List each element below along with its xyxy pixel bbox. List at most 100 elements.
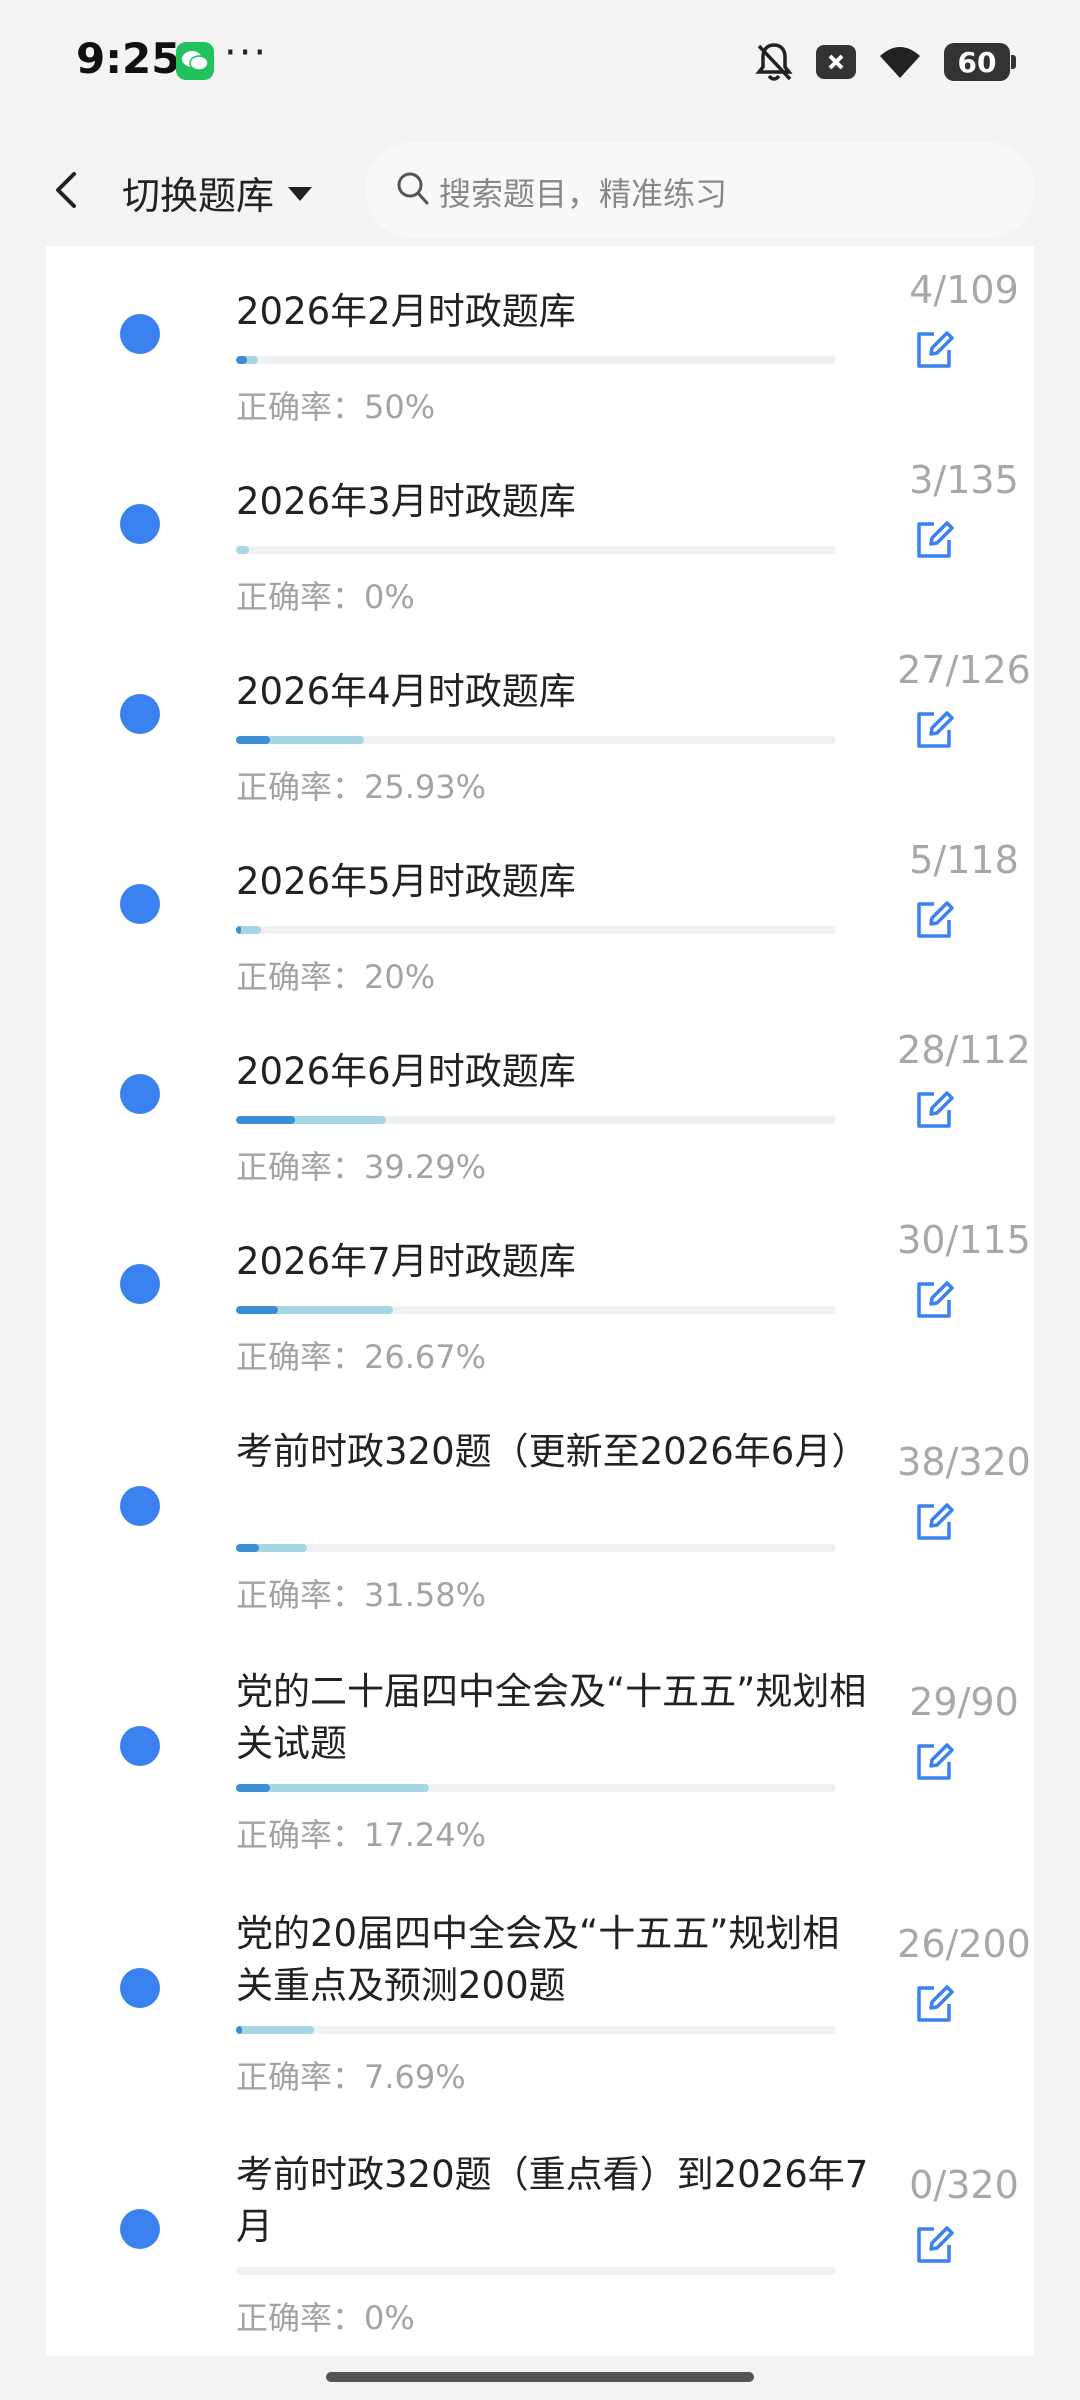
bank-title: 考前时政320题（重点看）到2026年7月	[236, 2153, 869, 2248]
status-dot	[120, 1726, 160, 1766]
status-bar: 9:25 ··· 60	[0, 0, 1080, 130]
edit-icon[interactable]	[914, 1742, 954, 1782]
bank-title: 考前时政320题（更新至2026年6月）	[236, 1430, 869, 1473]
progress-bar	[236, 356, 836, 364]
bank-title: 2026年2月时政题库	[236, 290, 576, 333]
more-dots-icon: ···	[224, 30, 269, 76]
progress-answered	[236, 2026, 314, 2034]
bank-title: 党的二十届四中全会及“十五五”规划相关试题	[236, 1670, 867, 1765]
question-bank-list: 2026年2月时政题库正确率：50% 4/109 2026年3月时政题库正确率：0%…	[46, 246, 1034, 2356]
progress-answered	[236, 546, 250, 554]
progress-correct	[236, 2026, 242, 2034]
list-item[interactable]: 党的二十届四中全会及“十五五”规划相关试题正确率：17.24% 29/90	[46, 1626, 1034, 1866]
edit-icon[interactable]	[914, 520, 954, 560]
list-item[interactable]: 2026年3月时政题库正确率：0% 3/135	[46, 436, 1034, 626]
progress-correct	[236, 356, 247, 364]
accuracy-text: 正确率：26.67%	[236, 1338, 487, 1376]
progress-bar	[236, 1544, 836, 1552]
status-dot	[120, 1968, 160, 2008]
list-item[interactable]: 2026年5月时政题库正确率：20% 5/118	[46, 816, 1034, 1006]
list-item[interactable]: 党的20届四中全会及“十五五”规划相关重点及预测200题正确率：7.69% 26/…	[46, 1868, 1034, 2108]
progress-bar	[236, 926, 836, 934]
status-dot	[120, 884, 160, 924]
list-item[interactable]: 2026年6月时政题库正确率：39.29% 28/112	[46, 1006, 1034, 1196]
close-box-icon	[816, 45, 856, 79]
search-icon	[397, 172, 429, 205]
question-count: 4/109	[909, 268, 1019, 312]
bank-title: 党的20届四中全会及“十五五”规划相关重点及预测200题	[236, 1912, 840, 2007]
list-item[interactable]: 考前时政320题（更新至2026年6月） 正确率：31.58% 38/320	[46, 1386, 1034, 1626]
status-dot	[120, 1486, 160, 1526]
accuracy-text: 正确率：20%	[236, 958, 436, 996]
list-item[interactable]: 2026年7月时政题库正确率：26.67% 30/115	[46, 1196, 1034, 1386]
caret-down-icon	[288, 187, 313, 201]
home-indicator[interactable]	[326, 2372, 754, 2382]
bank-title: 2026年6月时政题库	[236, 1050, 576, 1093]
status-icons: 60	[754, 40, 1016, 84]
status-dot	[120, 1074, 160, 1114]
edit-icon[interactable]	[914, 330, 954, 370]
bank-title: 2026年4月时政题库	[236, 670, 576, 713]
status-dot	[120, 2209, 160, 2249]
status-dot	[120, 1264, 160, 1304]
edit-icon[interactable]	[914, 710, 954, 750]
progress-correct	[236, 736, 270, 744]
edit-icon[interactable]	[914, 1502, 954, 1542]
accuracy-text: 正确率：0%	[236, 2299, 415, 2337]
accuracy-text: 正确率：0%	[236, 578, 415, 616]
progress-correct	[236, 926, 241, 934]
progress-bar	[236, 2026, 836, 2034]
question-count: 26/200	[897, 1922, 1031, 1966]
progress-bar	[236, 1306, 836, 1314]
bell-off-icon	[755, 43, 793, 81]
question-count: 28/112	[897, 1028, 1031, 1072]
status-time: 9:25	[76, 34, 181, 83]
accuracy-text: 正确率：31.58%	[236, 1576, 487, 1614]
accuracy-text: 正确率：25.93%	[236, 768, 487, 806]
list-item[interactable]: 2026年2月时政题库正确率：50% 4/109	[46, 246, 1034, 436]
accuracy-text: 正确率：7.69%	[236, 2058, 466, 2096]
edit-icon[interactable]	[914, 2225, 954, 2265]
question-count: 3/135	[909, 458, 1019, 502]
progress-correct	[236, 1116, 295, 1124]
progress-correct	[236, 1544, 259, 1552]
progress-correct	[236, 1306, 278, 1314]
question-count: 30/115	[897, 1218, 1031, 1262]
question-count: 5/118	[909, 838, 1019, 882]
switch-bank-label: 切换题库	[122, 173, 275, 218]
accuracy-text: 正确率：39.29%	[236, 1148, 487, 1186]
search-placeholder: 搜索题目，精准练习	[439, 175, 728, 213]
edit-icon[interactable]	[914, 1984, 954, 2024]
list-item[interactable]: 考前时政320题（重点看）到2026年7月正确率：0% 0/320	[46, 2109, 1034, 2349]
battery-level: 60	[957, 45, 997, 79]
accuracy-text: 正确率：50%	[236, 388, 436, 426]
bank-title: 2026年3月时政题库	[236, 480, 576, 523]
back-button[interactable]	[42, 160, 92, 220]
progress-bar	[236, 546, 836, 554]
list-item[interactable]: 2026年4月时政题库正确率：25.93% 27/126	[46, 626, 1034, 816]
status-dot	[120, 314, 160, 354]
question-count: 27/126	[897, 648, 1031, 692]
battery-icon: 60	[944, 43, 1016, 81]
edit-icon[interactable]	[914, 1280, 954, 1320]
bank-title: 2026年7月时政题库	[236, 1240, 576, 1283]
bank-title: 2026年5月时政题库	[236, 860, 576, 903]
top-bar: 切换题库 搜索题目，精准练习	[0, 140, 1080, 240]
question-count: 0/320	[909, 2163, 1019, 2207]
question-count: 29/90	[909, 1680, 1019, 1724]
question-count: 38/320	[897, 1440, 1031, 1484]
back-arrow-icon	[56, 172, 76, 208]
progress-bar	[236, 2267, 836, 2275]
switch-bank-dropdown[interactable]: 切换题库	[122, 162, 313, 222]
progress-bar	[236, 1784, 836, 1792]
progress-bar	[236, 736, 836, 744]
wifi-icon	[880, 47, 920, 78]
status-dot	[120, 504, 160, 544]
edit-icon[interactable]	[914, 900, 954, 940]
progress-bar	[236, 1116, 836, 1124]
wechat-icon	[176, 42, 214, 80]
accuracy-text: 正确率：17.24%	[236, 1816, 487, 1854]
edit-icon[interactable]	[914, 1090, 954, 1130]
status-dot	[120, 694, 160, 734]
search-input[interactable]: 搜索题目，精准练习	[365, 142, 1035, 238]
